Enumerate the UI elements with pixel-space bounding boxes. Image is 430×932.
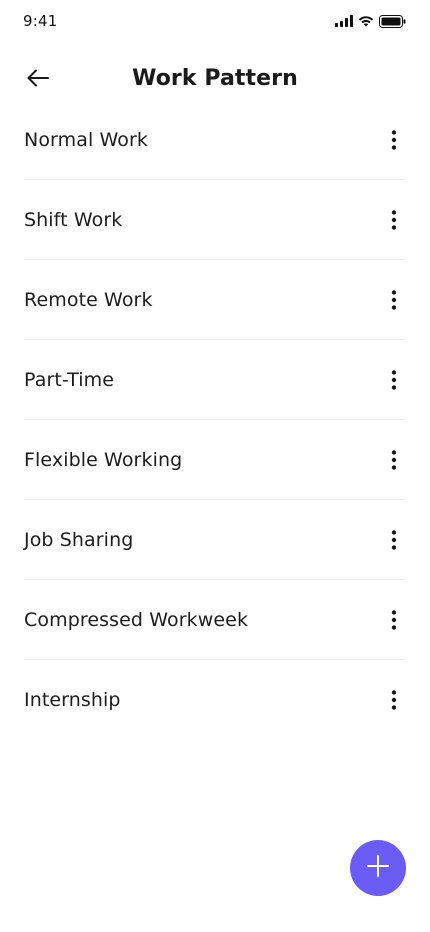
status-bar: 9:41 xyxy=(0,0,430,44)
work-pattern-list: Normal Work Shift Work Remote Work Part-… xyxy=(24,100,406,740)
list-item-label: Normal Work xyxy=(24,128,148,151)
list-item[interactable]: Part-Time xyxy=(24,340,406,420)
more-options-button[interactable] xyxy=(382,684,406,716)
list-item-label: Shift Work xyxy=(24,208,123,231)
more-options-button[interactable] xyxy=(382,204,406,236)
list-item[interactable]: Remote Work xyxy=(24,260,406,340)
list-item[interactable]: Compressed Workweek xyxy=(24,580,406,660)
header: Work Pattern xyxy=(0,56,430,104)
more-options-button[interactable] xyxy=(382,124,406,156)
more-vertical-icon xyxy=(391,369,397,390)
list-item-label: Compressed Workweek xyxy=(24,608,249,631)
more-options-button[interactable] xyxy=(382,604,406,636)
more-options-button[interactable] xyxy=(382,284,406,316)
more-vertical-icon xyxy=(391,289,397,310)
more-vertical-icon xyxy=(391,609,397,630)
more-options-button[interactable] xyxy=(382,524,406,556)
add-work-pattern-button[interactable] xyxy=(350,840,406,896)
signal-icon xyxy=(335,15,353,27)
list-item-label: Part-Time xyxy=(24,368,115,391)
list-item-label: Flexible Working xyxy=(24,448,183,471)
plus-icon xyxy=(366,854,390,882)
battery-icon xyxy=(379,14,406,28)
status-time: 9:41 xyxy=(23,12,58,30)
more-vertical-icon xyxy=(391,449,397,470)
more-vertical-icon xyxy=(391,129,397,150)
list-item-label: Job Sharing xyxy=(24,528,134,551)
more-options-button[interactable] xyxy=(382,364,406,396)
more-options-button[interactable] xyxy=(382,444,406,476)
list-item[interactable]: Normal Work xyxy=(24,100,406,180)
list-item[interactable]: Shift Work xyxy=(24,180,406,260)
wifi-icon xyxy=(358,15,374,27)
list-item[interactable]: Job Sharing xyxy=(24,500,406,580)
list-item-label: Internship xyxy=(24,689,121,711)
more-vertical-icon xyxy=(391,690,397,710)
page-title: Work Pattern xyxy=(132,66,298,91)
list-item[interactable]: Internship xyxy=(24,660,406,740)
status-icons xyxy=(335,14,406,28)
work-pattern-screen: 9:41 Work Pattern Normal Work Shift Work… xyxy=(0,0,430,932)
list-item[interactable]: Flexible Working xyxy=(24,420,406,500)
list-item-label: Remote Work xyxy=(24,288,153,311)
more-vertical-icon xyxy=(391,209,397,230)
more-vertical-icon xyxy=(391,529,397,550)
